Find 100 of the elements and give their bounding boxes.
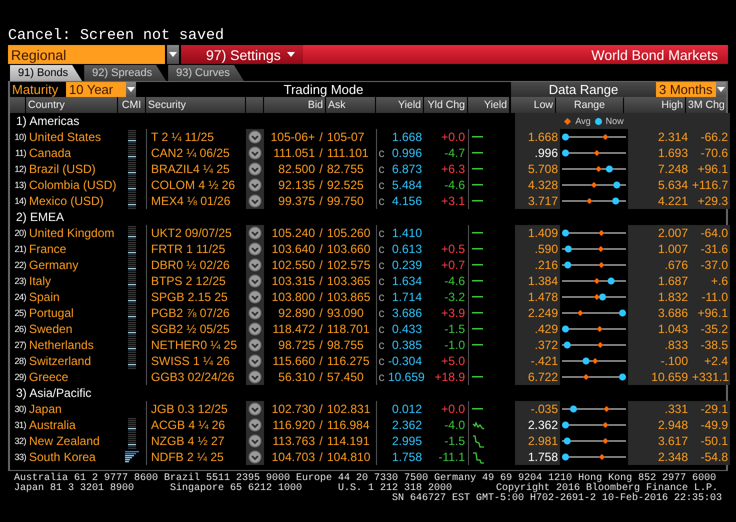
row-menu-button[interactable] bbox=[248, 322, 262, 336]
row-menu-button[interactable] bbox=[248, 226, 262, 240]
settings-button[interactable]: 97) Settings bbox=[181, 45, 303, 64]
separator: / bbox=[319, 401, 323, 417]
low-value: 2.981 bbox=[515, 433, 560, 449]
row-number: 20) bbox=[13, 227, 26, 240]
bid-price: 103.800 bbox=[270, 289, 316, 305]
group-heading: 2) EMEA bbox=[15, 209, 66, 225]
row-number: 14) bbox=[13, 195, 26, 208]
bid-price: 115.660 bbox=[272, 353, 316, 369]
range-dropdown[interactable]: 3 Months bbox=[656, 82, 716, 97]
country-name: United States bbox=[28, 129, 102, 145]
dropdown-arrow-button[interactable] bbox=[126, 82, 136, 97]
row-number: 33) bbox=[13, 451, 26, 464]
tab[interactable]: 92) Spreads bbox=[84, 65, 166, 81]
row-menu-button[interactable] bbox=[248, 178, 262, 192]
row-number: 25) bbox=[13, 307, 26, 320]
flag-text: c bbox=[378, 161, 384, 177]
row-menu-button[interactable] bbox=[248, 242, 262, 256]
ask-price: 99.750 bbox=[326, 193, 365, 209]
group-heading: 3) Asia/Pacific bbox=[15, 385, 92, 401]
row-menu-button[interactable] bbox=[248, 162, 262, 176]
row-number: 29) bbox=[13, 371, 26, 384]
dropdown-arrow-button[interactable] bbox=[167, 45, 179, 64]
yield-change: +0.5 bbox=[440, 241, 466, 257]
bid-price: 104.703 bbox=[270, 449, 316, 465]
yield-change: +0.0 bbox=[440, 129, 466, 145]
view-dropdown[interactable]: Regional bbox=[8, 45, 165, 64]
yield-value: 0.385 bbox=[390, 337, 423, 353]
yield-value: 4.156 bbox=[390, 193, 423, 209]
yield-value: 1.410 bbox=[390, 225, 423, 241]
flag-text: c bbox=[378, 337, 384, 353]
row-menu-button[interactable] bbox=[248, 290, 262, 304]
row-menu-button[interactable] bbox=[248, 402, 262, 416]
three-month-change: -50.1 bbox=[690, 433, 730, 449]
three-month-change: +29.3 bbox=[690, 193, 730, 209]
maturity-dropdown[interactable]: 10 Year bbox=[66, 82, 126, 97]
separator: / bbox=[319, 161, 323, 177]
column-header: Security bbox=[146, 97, 245, 113]
low-value: 1.409 bbox=[515, 225, 560, 241]
flag-text: c bbox=[378, 289, 384, 305]
bid-price: 56.310 bbox=[277, 369, 316, 385]
flag-text: c bbox=[378, 241, 384, 257]
low-value: 1.478 bbox=[515, 289, 560, 305]
separator: / bbox=[319, 305, 323, 321]
column-header bbox=[246, 97, 263, 113]
three-month-change: -35.2 bbox=[690, 321, 730, 337]
separator: / bbox=[319, 369, 323, 385]
row-menu-button[interactable] bbox=[248, 450, 262, 464]
low-value: 4.328 bbox=[515, 177, 560, 193]
row-menu-button[interactable] bbox=[248, 434, 262, 448]
low-value: 5.708 bbox=[515, 161, 560, 177]
tab[interactable]: 91) Bonds bbox=[10, 65, 82, 81]
row-menu-button[interactable] bbox=[248, 274, 262, 288]
low-value: 2.362 bbox=[515, 417, 560, 433]
row-menu-button[interactable] bbox=[248, 194, 262, 208]
country-name: Germany bbox=[28, 257, 80, 273]
group-heading: 1) Americas bbox=[15, 113, 80, 129]
ask-price: 105.260 bbox=[326, 225, 372, 241]
tab[interactable]: 93) Curves bbox=[168, 65, 244, 81]
high-value: 1.043 bbox=[628, 321, 690, 337]
bid-price: 82.500 bbox=[277, 161, 316, 177]
high-value: 3.617 bbox=[628, 433, 690, 449]
column-header: 3M Chg bbox=[686, 97, 726, 113]
high-value: 3.686 bbox=[628, 305, 690, 321]
row-menu-button[interactable] bbox=[248, 418, 262, 432]
footer-text: Singapore 65 6212 1000 bbox=[170, 484, 304, 494]
low-value: .590 bbox=[515, 241, 560, 257]
row-menu-button[interactable] bbox=[248, 258, 262, 272]
yield-value: 2.362 bbox=[390, 417, 423, 433]
dot-icon bbox=[594, 118, 602, 124]
yield-value: 1.758 bbox=[390, 449, 423, 465]
row-menu-button[interactable] bbox=[248, 146, 262, 160]
dropdown-arrow-button[interactable] bbox=[716, 82, 726, 97]
low-value: 6.722 bbox=[515, 369, 560, 385]
ask-price: 111.101 bbox=[326, 145, 370, 161]
column-header bbox=[10, 97, 25, 113]
yield-change: -3.2 bbox=[443, 289, 466, 305]
yield-value: 0.433 bbox=[390, 321, 423, 337]
row-number: 10) bbox=[13, 131, 26, 144]
country-name: Japan bbox=[28, 401, 63, 417]
column-header: Bid bbox=[264, 97, 325, 113]
row-menu-button[interactable] bbox=[248, 354, 262, 368]
row-menu-button[interactable] bbox=[248, 338, 262, 352]
yield-change: +0.0 bbox=[440, 401, 466, 417]
yield-value: 6.873 bbox=[390, 161, 423, 177]
bid-price: 98.725 bbox=[277, 337, 316, 353]
separator: / bbox=[319, 241, 323, 257]
diamond-icon bbox=[564, 118, 572, 124]
row-menu-button[interactable] bbox=[248, 306, 262, 320]
row-menu-button[interactable] bbox=[248, 370, 262, 384]
flag-text: c bbox=[378, 369, 384, 385]
low-value: .372 bbox=[515, 337, 560, 353]
bid-price: 118.472 bbox=[272, 321, 316, 337]
row-menu-button[interactable] bbox=[248, 130, 262, 144]
ask-price: 102.831 bbox=[326, 401, 372, 417]
high-value: 1.832 bbox=[628, 289, 690, 305]
high-value: 5.634 bbox=[628, 177, 690, 193]
footer-text: U.S. 1 212 318 2000 bbox=[338, 484, 452, 494]
column-header: High bbox=[624, 97, 685, 113]
